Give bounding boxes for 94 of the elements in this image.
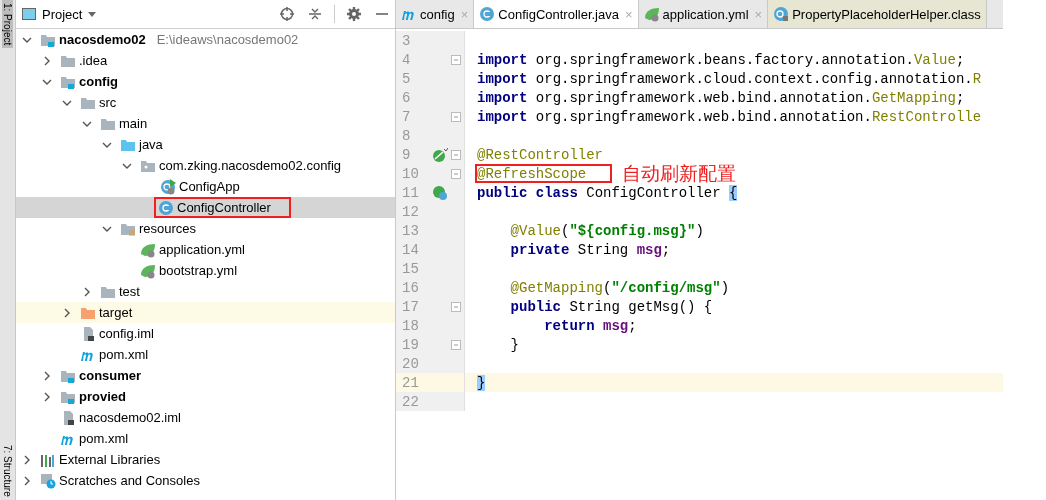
tree-item-label: pom.xml <box>99 347 149 362</box>
line-number: 5 <box>401 70 412 87</box>
line-number: 14 <box>401 241 420 258</box>
settings-icon[interactable] <box>347 7 361 21</box>
code-line: @RefreshScope <box>477 165 587 182</box>
tree-item-label: External Libraries <box>59 452 161 467</box>
tree-row[interactable]: External Libraries <box>16 449 395 470</box>
tree-item-label: ConfigApp <box>179 179 240 194</box>
tree-row[interactable]: Scratches and Consoles <box>16 470 395 491</box>
line-number: 7 <box>401 108 412 125</box>
tree-row[interactable]: ConfigApp <box>16 176 395 197</box>
tree-item-label: consumer <box>79 368 142 383</box>
tree-item-label: resources <box>139 221 197 236</box>
dropdown-icon[interactable] <box>88 11 97 17</box>
tree-row[interactable]: resources <box>16 218 395 239</box>
leaf-icon <box>643 6 660 22</box>
code-line: public class ConfigController { <box>477 184 738 201</box>
line-number: 4 <box>401 51 412 68</box>
panel-title[interactable]: Project <box>42 6 83 22</box>
tree-item-label: src <box>99 95 117 110</box>
code-line: import org.springframework.beans.factory.annotation.Value; <box>477 51 965 68</box>
line-number: 21 <box>401 374 420 391</box>
tree-item-label: java <box>139 137 163 152</box>
code-line: import org.springframework.cloud.context.config.annotation.R <box>477 70 982 87</box>
tree-row[interactable]: pom.xml <box>16 344 395 365</box>
line-number: 9 <box>401 146 412 163</box>
tree-item-label: bootstrap.yml <box>159 263 238 278</box>
tree-row[interactable]: com.zking.nacosdemo02.config <box>16 155 395 176</box>
code-line: import org.springframework.web.bind.annotation.GetMapping; <box>477 89 965 106</box>
tree-row[interactable]: pom.xml <box>16 428 395 449</box>
code-line: } <box>509 336 519 353</box>
tree-row[interactable]: provied <box>16 386 395 407</box>
tree-item-label: main <box>119 116 148 131</box>
tree-row[interactable]: .idea <box>16 50 395 71</box>
tree-item-label: target <box>99 305 133 320</box>
line-number: 13 <box>401 222 420 239</box>
tree-row[interactable]: consumer <box>16 365 395 386</box>
tree-row[interactable]: java <box>16 134 395 155</box>
tree-row[interactable]: main <box>16 113 395 134</box>
tree-item-label: config.iml <box>99 326 154 341</box>
line-number: 6 <box>401 89 412 106</box>
line-number: 12 <box>401 203 420 220</box>
line-number: 16 <box>401 279 420 296</box>
tree-row[interactable]: application.yml <box>16 239 395 260</box>
project-path: E:\ideaws\nacosdemo02 <box>156 32 299 47</box>
line-number: 15 <box>401 260 420 277</box>
editor-tab[interactable]: ConfigController.java × <box>474 0 639 28</box>
annotation-note: 自动刷新配置 <box>622 160 737 186</box>
tree-row[interactable]: test <box>16 281 395 302</box>
tree-row[interactable]: nacosdemo02.iml <box>16 407 395 428</box>
tree-item-label: Scratches and Consoles <box>59 473 200 488</box>
side-tab[interactable]: 7: Structure <box>2 442 13 500</box>
collapse-all-icon[interactable] <box>308 7 322 21</box>
line-number: 22 <box>401 393 420 410</box>
line-number: 18 <box>401 317 420 334</box>
leaf-icon <box>140 241 156 258</box>
line-number: 17 <box>401 298 420 315</box>
tree-item-label: nacosdemo02.iml <box>79 410 181 425</box>
code-line: private String msg; <box>509 241 671 258</box>
tree-item-label: .idea <box>79 53 108 68</box>
line-number: 19 <box>401 336 420 353</box>
line-number: 8 <box>401 127 412 144</box>
locate-icon[interactable] <box>280 7 294 21</box>
leaf-icon <box>140 262 156 279</box>
scratches-icon <box>40 472 56 489</box>
editor-tab[interactable]: PropertyPlaceholderHelper.class <box>768 0 987 28</box>
code-line: return msg; <box>543 317 637 334</box>
tree-item-label: ConfigController <box>177 200 271 215</box>
line-number: 20 <box>401 355 420 372</box>
tree-row[interactable]: bootstrap.yml <box>16 260 395 281</box>
tree-row[interactable]: target <box>16 302 395 323</box>
code-line: @RestController <box>477 146 604 163</box>
tree-row[interactable]: config <box>16 71 395 92</box>
tree-item-label: config <box>79 74 118 89</box>
tree-item-label: test <box>119 284 140 299</box>
code-line: import org.springframework.web.bind.annotation.RestControlle <box>477 108 982 125</box>
code-line: @Value("${config.msg}") <box>509 222 704 239</box>
tree-item-label: nacosdemo02 <box>59 32 146 47</box>
tree-row[interactable]: src <box>16 92 395 113</box>
tree-item-label: pom.xml <box>79 431 129 446</box>
tree-item-label: application.yml <box>159 242 245 257</box>
tree-item-label: com.zking.nacosdemo02.config <box>159 158 342 173</box>
line-number: 3 <box>401 32 412 49</box>
side-tab[interactable]: 1: Project <box>2 0 13 49</box>
tree-row[interactable]: config.iml <box>16 323 395 344</box>
tree-row[interactable]: ConfigController <box>16 197 395 218</box>
code-line: @GetMapping("/config/msg") <box>509 279 730 296</box>
tree-item-label: provied <box>79 389 126 404</box>
tree-row[interactable]: nacosdemo02 E:\ideaws\nacosdemo02 <box>16 29 395 50</box>
code-line: public String getMsg() { <box>509 298 713 315</box>
line-number: 11 <box>401 184 420 201</box>
window-icon <box>22 8 36 20</box>
line-number: 10 <box>401 165 420 182</box>
bean-icon <box>432 146 448 163</box>
